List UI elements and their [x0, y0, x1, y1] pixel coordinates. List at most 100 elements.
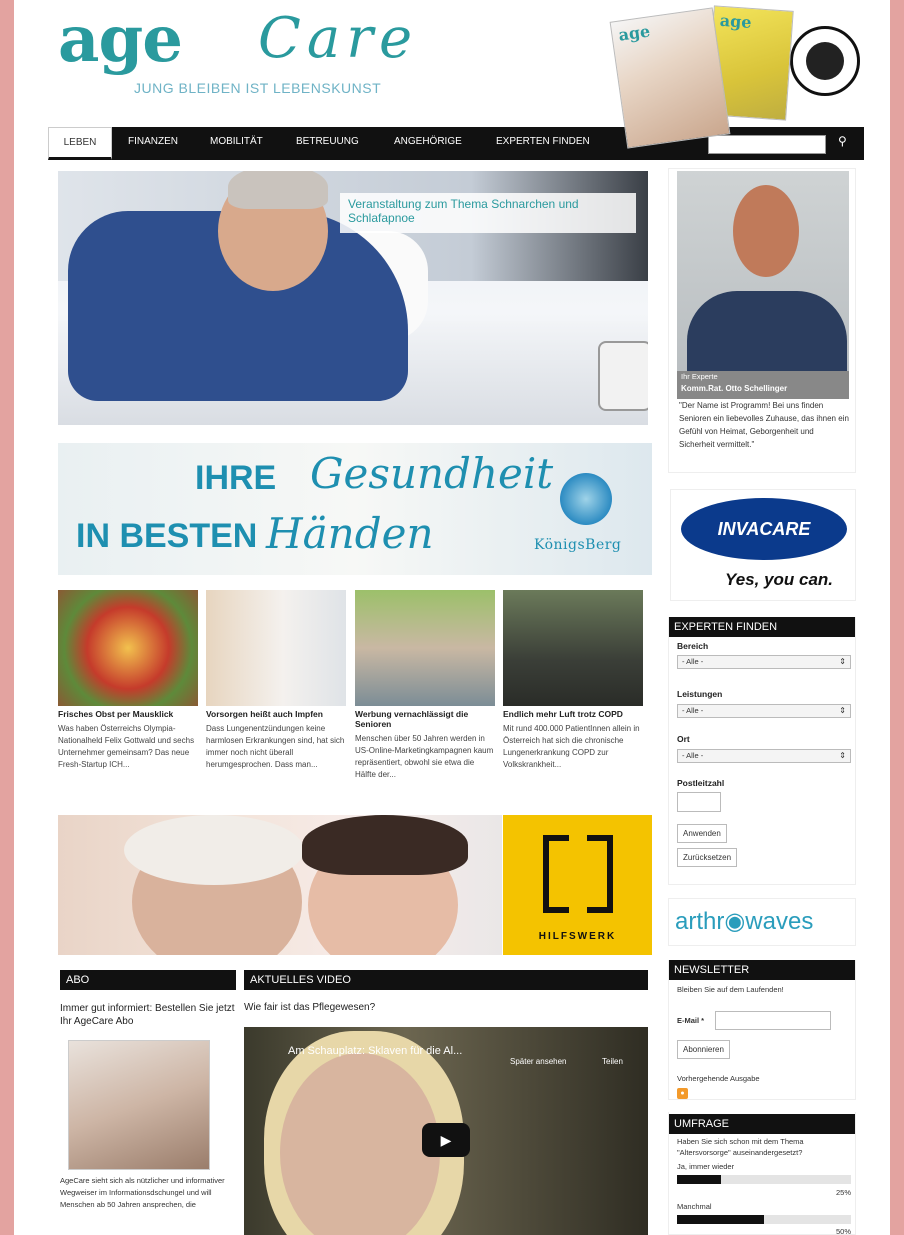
article-title[interactable]: Werbung vernachlässigt die Senioren: [355, 709, 495, 729]
abo-description: AgeCare sieht sich als nützlicher und in…: [60, 1176, 225, 1209]
article-title[interactable]: Vorsorgen heißt auch Impfen: [206, 709, 346, 719]
poll-question: Haben Sie sich schon mit dem Thema "Alte…: [677, 1137, 804, 1157]
poll-option-label[interactable]: Ja, immer wieder: [677, 1162, 734, 1172]
video-heading: AKTUELLES VIDEO: [244, 970, 648, 990]
poll-bar-fill: [677, 1215, 764, 1224]
article-excerpt: Mit rund 400.000 PatientInnen allein in …: [503, 724, 640, 769]
leistungen-label: Leistungen: [677, 689, 723, 699]
logo-age[interactable]: age: [58, 2, 183, 77]
nav-item-betreuung[interactable]: BETREUUNG: [296, 127, 359, 160]
video-player[interactable]: Am Schauplatz: Sklaven für die Al... Spä…: [244, 1027, 648, 1235]
article-card[interactable]: Vorsorgen heißt auch Impfen Dass Lungene…: [206, 590, 346, 771]
expert-box[interactable]: Ihr Experte Komm.Rat. Otto Schellinger "…: [668, 168, 856, 473]
video-title[interactable]: Am Schauplatz: Sklaven für die Al...: [288, 1045, 462, 1057]
alarm-clock-icon: [598, 341, 648, 411]
previous-issue-link[interactable]: Vorhergehende Ausgabe: [677, 1074, 760, 1084]
invacare-ad[interactable]: INVACARE Yes, you can.: [670, 489, 856, 601]
apply-button[interactable]: Anwenden: [677, 824, 727, 843]
hilfswerk-photo: [58, 815, 502, 955]
article-card[interactable]: Frisches Obst per Mausklick Was haben Ös…: [58, 590, 198, 771]
publisher-seal-logo[interactable]: [790, 26, 860, 96]
watch-later-button[interactable]: Später ansehen: [510, 1057, 567, 1066]
hero-image[interactable]: Veranstaltung zum Thema Schnarchen und S…: [58, 171, 648, 425]
poll-bar-fill: [677, 1175, 721, 1184]
nav-item-mobilitaet[interactable]: MOBILITÄT: [210, 127, 263, 160]
elderly-woman-hair: [124, 815, 304, 885]
article-card[interactable]: Endlich mehr Luft trotz COPD Mit rund 40…: [503, 590, 643, 771]
banner-line1-bold: IHRE: [195, 459, 277, 497]
chevron-updown-icon: ⇕: [839, 657, 846, 666]
expert-body: [687, 291, 847, 371]
bereich-value: - Alle -: [682, 657, 704, 666]
reset-button[interactable]: Zurücksetzen: [677, 848, 738, 867]
invacare-logo: INVACARE: [681, 498, 847, 560]
hilfswerk-logo-panel: HILFSWERK: [503, 815, 652, 955]
hero-sleeper-hair: [228, 171, 328, 209]
postleitzahl-input[interactable]: [677, 792, 721, 812]
banner-line1-script: Gesundheit: [310, 449, 554, 498]
nav-item-experten-finden[interactable]: EXPERTEN FINDEN: [496, 127, 590, 160]
newsletter-intro: Bleiben Sie auf dem Laufenden!: [677, 985, 784, 994]
seal-portrait: [806, 42, 844, 80]
subscribe-button[interactable]: Abonnieren: [677, 1040, 730, 1059]
search-input[interactable]: [708, 135, 826, 154]
magazine-cover-1[interactable]: age: [609, 7, 731, 149]
nav-item-leben[interactable]: LEBEN: [48, 127, 112, 160]
article-excerpt: Was haben Österreichs Olympia-Nationalhe…: [58, 724, 195, 769]
poll-bar: [677, 1215, 851, 1224]
leistungen-select[interactable]: - Alle - ⇕: [677, 704, 851, 718]
play-icon[interactable]: ▶: [422, 1123, 470, 1157]
banner-line2-bold: IN BESTEN: [76, 517, 258, 555]
article-title[interactable]: Endlich mehr Luft trotz COPD: [503, 709, 643, 719]
banner-line2-script: Händen: [266, 509, 434, 558]
tree-logo-icon: [560, 473, 612, 525]
expert-photo[interactable]: [677, 171, 849, 371]
hilfswerk-h-icon: [543, 835, 613, 913]
invacare-slogan: Yes, you can.: [725, 570, 834, 589]
hero-caption[interactable]: Veranstaltung zum Thema Schnarchen und S…: [340, 193, 636, 233]
logo-care[interactable]: Care: [258, 6, 418, 71]
share-button[interactable]: Teilen: [602, 1057, 623, 1066]
abo-heading: ABO: [60, 970, 236, 990]
chevron-updown-icon: ⇕: [839, 751, 846, 760]
article-excerpt: Menschen über 50 Jahren werden in US-Onl…: [355, 734, 494, 779]
bereich-select[interactable]: - Alle - ⇕: [677, 655, 851, 669]
newsletter-box: Bleiben Sie auf dem Laufenden! E-Mail * …: [668, 960, 856, 1100]
video-question: Wie fair ist das Pflegewesen?: [244, 1002, 376, 1013]
hilfswerk-ad[interactable]: HILFSWERK: [58, 815, 652, 955]
expert-name[interactable]: Komm.Rat. Otto Schellinger: [681, 384, 787, 393]
magazine-title-1: age: [617, 21, 652, 45]
ort-select[interactable]: - Alle - ⇕: [677, 749, 851, 763]
email-field[interactable]: [715, 1011, 831, 1030]
ort-label: Ort: [677, 734, 690, 744]
article-image[interactable]: [503, 590, 643, 706]
article-image[interactable]: [206, 590, 346, 706]
nav-item-finanzen[interactable]: FINANZEN: [128, 127, 178, 160]
banner-brand: KönigsBerg: [534, 537, 622, 553]
expert-find-box: Bereich - Alle - ⇕ Leistungen - Alle - ⇕…: [668, 617, 856, 885]
caregiver-hair: [302, 815, 468, 875]
chevron-updown-icon: ⇕: [839, 706, 846, 715]
poll-bar: [677, 1175, 851, 1184]
search-icon[interactable]: ⚲: [838, 134, 847, 148]
expert-caption: Ihr Experte Komm.Rat. Otto Schellinger: [677, 371, 849, 399]
article-image[interactable]: [58, 590, 198, 706]
magazine-title-2: age: [719, 10, 753, 32]
abo-magazine-cover[interactable]: [68, 1040, 210, 1170]
article-image[interactable]: [355, 590, 495, 706]
poll-box: Haben Sie sich schon mit dem Thema "Alte…: [668, 1112, 856, 1235]
tagline: JUNG BLEIBEN IST LEBENSKUNST: [134, 80, 382, 96]
arthrowaves-ad[interactable]: arthr◉waves: [668, 898, 856, 946]
bereich-label: Bereich: [677, 641, 709, 651]
poll-option-label[interactable]: Manchmal: [677, 1202, 712, 1212]
koenigsberg-banner[interactable]: IHRE Gesundheit IN BESTEN Händen KönigsB…: [58, 443, 652, 575]
expert-role: Ihr Experte: [681, 372, 718, 381]
article-card[interactable]: Werbung vernachlässigt die Senioren Mens…: [355, 590, 495, 781]
leistungen-value: - Alle -: [682, 706, 704, 715]
article-title[interactable]: Frisches Obst per Mausklick: [58, 709, 198, 719]
abo-text[interactable]: Immer gut informiert: Bestellen Sie jetz…: [60, 1002, 236, 1028]
rss-icon[interactable]: ●: [677, 1088, 688, 1099]
hilfswerk-label: HILFSWERK: [538, 931, 617, 942]
page: age Care JUNG BLEIBEN IST LEBENSKUNST ag…: [14, 0, 890, 1235]
nav-item-angehoerige[interactable]: ANGEHÖRIGE: [394, 127, 462, 160]
